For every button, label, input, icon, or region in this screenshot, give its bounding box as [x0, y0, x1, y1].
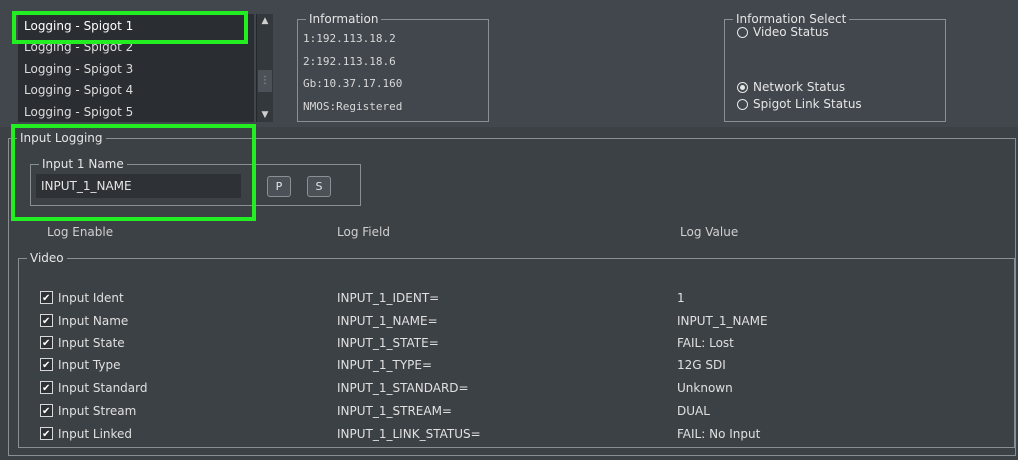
- log-row[interactable]: Input Type: [40, 355, 121, 376]
- spigot-list-item[interactable]: Logging - Spigot 5: [24, 102, 133, 122]
- log-enable-label: Input Name: [58, 314, 129, 328]
- spigot-list[interactable]: Logging - Spigot 1 Logging - Spigot 2 Lo…: [18, 14, 254, 122]
- column-header-log-value: Log Value: [680, 225, 739, 239]
- information-line: 2:192.113.18.6: [303, 55, 396, 68]
- video-group-title: Video: [27, 251, 67, 265]
- radio-network-status[interactable]: Network Status: [737, 80, 845, 94]
- log-value: 1: [677, 291, 685, 305]
- p-button[interactable]: P: [267, 176, 291, 197]
- information-line: NMOS:Registered: [303, 100, 403, 113]
- information-title: Information: [306, 12, 382, 26]
- radio-label: Network Status: [753, 80, 846, 94]
- information-line: 1:192.113.18.2: [303, 32, 396, 45]
- log-field: INPUT_1_NAME=: [337, 314, 438, 328]
- radio-video-status[interactable]: Video Status: [737, 25, 829, 39]
- log-row[interactable]: Input Ident: [40, 288, 124, 309]
- checkbox-checked-icon[interactable]: [40, 379, 53, 399]
- log-value: INPUT_1_NAME: [677, 314, 768, 328]
- scroll-down-icon[interactable]: ▼: [257, 108, 273, 122]
- log-field: INPUT_1_STATE=: [337, 336, 439, 350]
- checkbox-checked-icon[interactable]: [40, 334, 53, 354]
- spigot-list-item[interactable]: Logging - Spigot 4: [24, 80, 133, 100]
- spigot-list-item[interactable]: Logging - Spigot 1: [24, 16, 133, 36]
- log-value: Unknown: [677, 381, 733, 395]
- s-button[interactable]: S: [307, 176, 331, 197]
- log-value: FAIL: No Input: [677, 427, 761, 441]
- checkbox-checked-icon[interactable]: [40, 289, 53, 309]
- information-group: Information 1:192.113.18.2 2:192.113.18.…: [297, 12, 489, 122]
- input-name-group-title: Input 1 Name: [39, 157, 127, 171]
- input-name-field[interactable]: INPUT_1_NAME: [36, 174, 241, 198]
- radio-icon: [737, 98, 748, 110]
- log-field: INPUT_1_LINK_STATUS=: [337, 427, 481, 441]
- log-value: FAIL: Lost: [677, 336, 734, 350]
- scroll-grip-icon[interactable]: ⋮: [258, 70, 272, 92]
- radio-spigot-link-status[interactable]: Spigot Link Status: [737, 97, 862, 111]
- input-logging-title: Input Logging: [17, 131, 106, 145]
- log-field: INPUT_1_STREAM=: [337, 404, 452, 418]
- log-row[interactable]: Input State: [40, 333, 125, 354]
- checkbox-checked-icon[interactable]: [40, 312, 53, 332]
- log-enable-label: Input Type: [58, 358, 121, 372]
- radio-label: Video Status: [753, 25, 829, 39]
- log-enable-label: Input Stream: [58, 404, 137, 418]
- log-row[interactable]: Input Standard: [40, 378, 148, 399]
- log-field: INPUT_1_IDENT=: [337, 291, 440, 305]
- log-field: INPUT_1_STANDARD=: [337, 381, 469, 395]
- column-header-log-enable: Log Enable: [47, 225, 114, 239]
- log-enable-label: Input Ident: [58, 291, 124, 305]
- radio-selected-icon: [737, 81, 748, 93]
- log-enable-label: Input Standard: [58, 381, 148, 395]
- log-field: INPUT_1_TYPE=: [337, 358, 433, 372]
- column-header-log-field: Log Field: [337, 225, 390, 239]
- log-row[interactable]: Input Stream: [40, 401, 137, 422]
- spigot-list-scrollbar[interactable]: ▲ ⋮ ▼: [256, 14, 273, 122]
- radio-icon: [737, 26, 748, 38]
- log-row[interactable]: Input Name: [40, 311, 129, 332]
- log-enable-label: Input State: [58, 336, 125, 350]
- radio-label: Spigot Link Status: [753, 97, 862, 111]
- log-row[interactable]: Input Linked: [40, 424, 133, 445]
- checkbox-checked-icon[interactable]: [40, 402, 53, 422]
- log-enable-label: Input Linked: [58, 427, 133, 441]
- log-value: DUAL: [677, 404, 710, 418]
- video-group: Video: [18, 251, 1015, 448]
- spigot-list-item[interactable]: Logging - Spigot 3: [24, 59, 133, 79]
- spigot-list-item[interactable]: Logging - Spigot 2: [24, 37, 133, 57]
- information-line: Gb:10.37.17.160: [303, 77, 403, 90]
- log-value: 12G SDI: [677, 358, 726, 372]
- checkbox-checked-icon[interactable]: [40, 356, 53, 376]
- scroll-up-icon[interactable]: ▲: [257, 14, 273, 28]
- information-select-group: Information Select Video Status Network …: [724, 12, 946, 122]
- checkbox-checked-icon[interactable]: [40, 425, 53, 445]
- information-select-title: Information Select: [733, 12, 850, 26]
